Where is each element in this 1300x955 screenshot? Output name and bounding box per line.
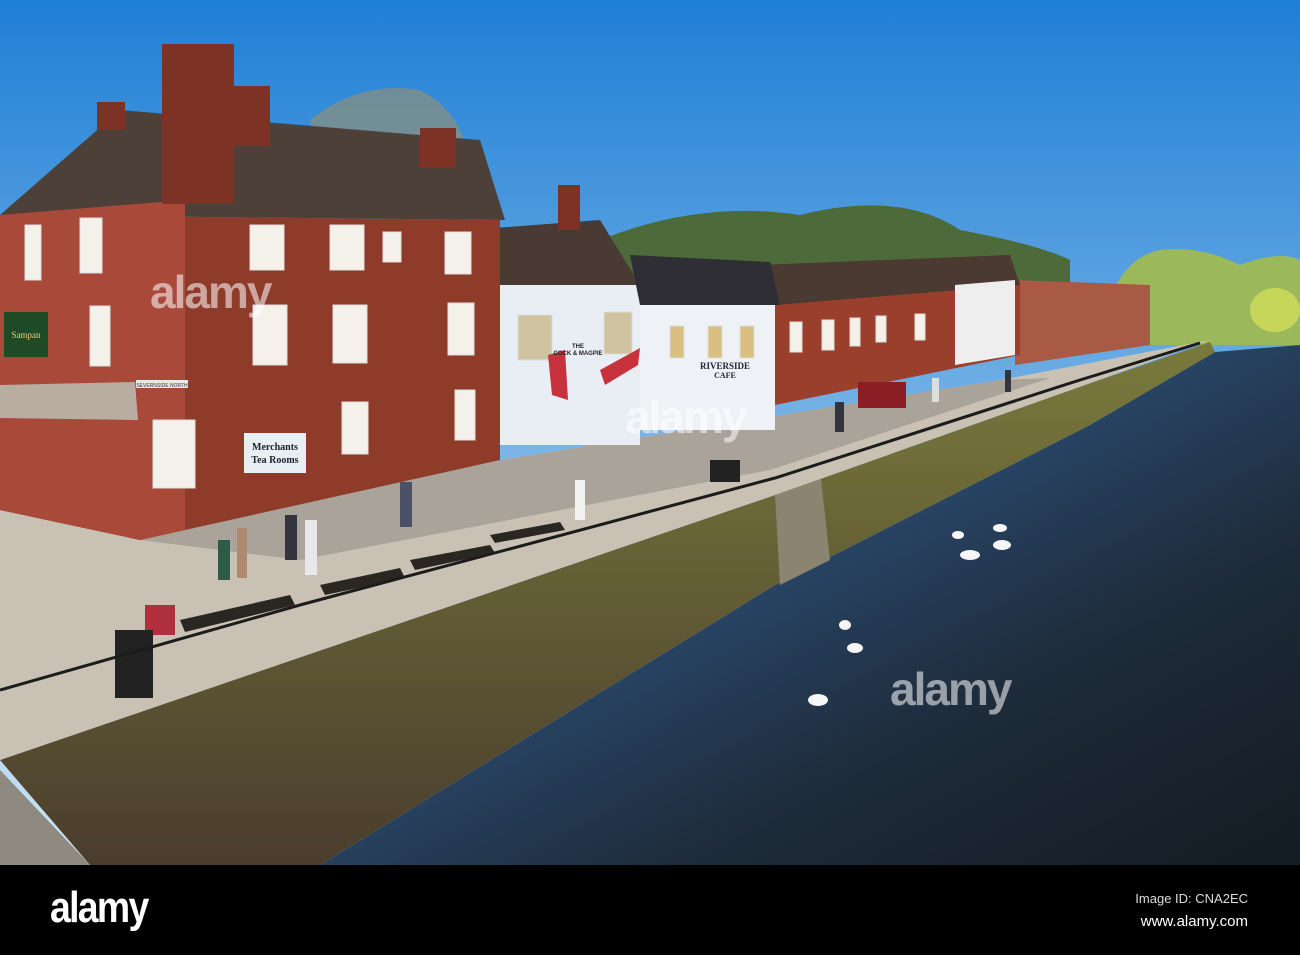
cafe-roof	[630, 255, 780, 305]
pub-sign-line1: THE	[572, 344, 584, 350]
tea-rooms-sign-line2: Tea Rooms	[251, 455, 298, 466]
watermark: alamy	[625, 391, 747, 443]
photo-stage: Sampan SEVERNSIDE NORTH Merchants Tea Ro…	[0, 0, 1300, 955]
cafe-sign-line2: CAFE	[714, 371, 736, 380]
chimney	[232, 86, 270, 146]
shop-canopy	[0, 382, 138, 420]
sampan-sign-text: Sampan	[12, 330, 41, 340]
litter-bin	[115, 630, 153, 698]
willow-tree	[1250, 288, 1300, 332]
pub-sign-line2: COCK & MAGPIE	[553, 351, 602, 357]
cafe-sign-line1: RIVERSIDE	[700, 361, 750, 371]
tea-rooms-sign-line1: Merchants	[252, 442, 298, 453]
tea-rooms-sign-board	[244, 433, 306, 473]
website-link[interactable]: www.alamy.com	[1141, 913, 1248, 930]
chimney	[420, 128, 456, 168]
watermark: alamy	[890, 663, 1012, 715]
footer-bar: alamy Image ID: CNA2EC www.alamy.com	[0, 865, 1300, 955]
chimney	[162, 44, 234, 204]
watermark: alamy	[150, 266, 272, 318]
street-sign-text: SEVERNSIDE NORTH	[136, 383, 188, 389]
tudor-house	[955, 280, 1015, 365]
image-id: Image ID: CNA2EC	[1135, 891, 1248, 906]
chimney	[558, 185, 580, 230]
alamy-logo: alamy	[50, 883, 149, 932]
chimney	[97, 102, 125, 130]
